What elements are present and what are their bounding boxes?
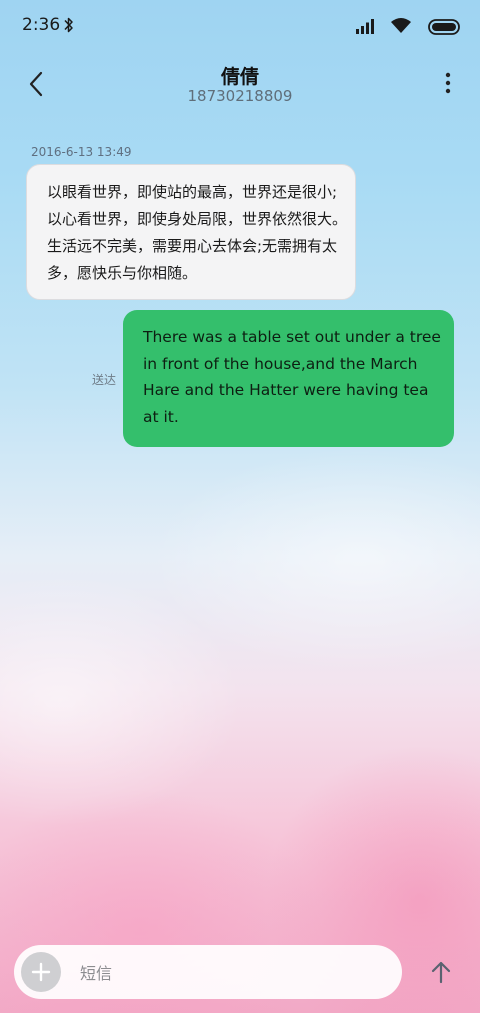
contact-name: 倩倩 [220, 66, 259, 88]
bluetooth-icon [64, 16, 74, 38]
send-arrow-icon [431, 961, 451, 984]
message-input[interactable] [78, 953, 382, 993]
delivery-status: 送达 [92, 373, 117, 387]
conversation-header: 倩倩 18730218809 [0, 52, 480, 118]
status-bar: 2:36 [0, 0, 480, 52]
outgoing-message-text: There was a table set out under a tree i… [143, 328, 441, 426]
more-vertical-icon [445, 72, 451, 94]
outgoing-message-bubble[interactable]: There was a table set out under a tree i… [123, 310, 454, 447]
battery-icon [428, 19, 462, 39]
wifi-icon [390, 16, 412, 38]
sms-conversation-screen: 2:36 倩倩 18730218809 2016-6-13 13:49 以眼看世… [0, 0, 480, 1013]
add-attachment-button[interactable] [21, 952, 61, 992]
incoming-message-text: 以眼看世界，即使站的最高，世界还是很小;以心看世界，即使身处局限，世界依然很大。… [47, 183, 348, 282]
signal-icon [356, 18, 376, 38]
status-time: 2:36 [22, 15, 61, 35]
message-composer [14, 945, 402, 999]
more-options-button[interactable] [440, 70, 456, 98]
plus-icon [31, 962, 51, 982]
contact-number: 18730218809 [187, 87, 293, 105]
message-timestamp: 2016-6-13 13:49 [31, 145, 132, 159]
incoming-message-bubble[interactable]: 以眼看世界，即使站的最高，世界还是很小;以心看世界，即使身处局限，世界依然很大。… [26, 164, 356, 300]
send-button[interactable] [427, 958, 455, 986]
